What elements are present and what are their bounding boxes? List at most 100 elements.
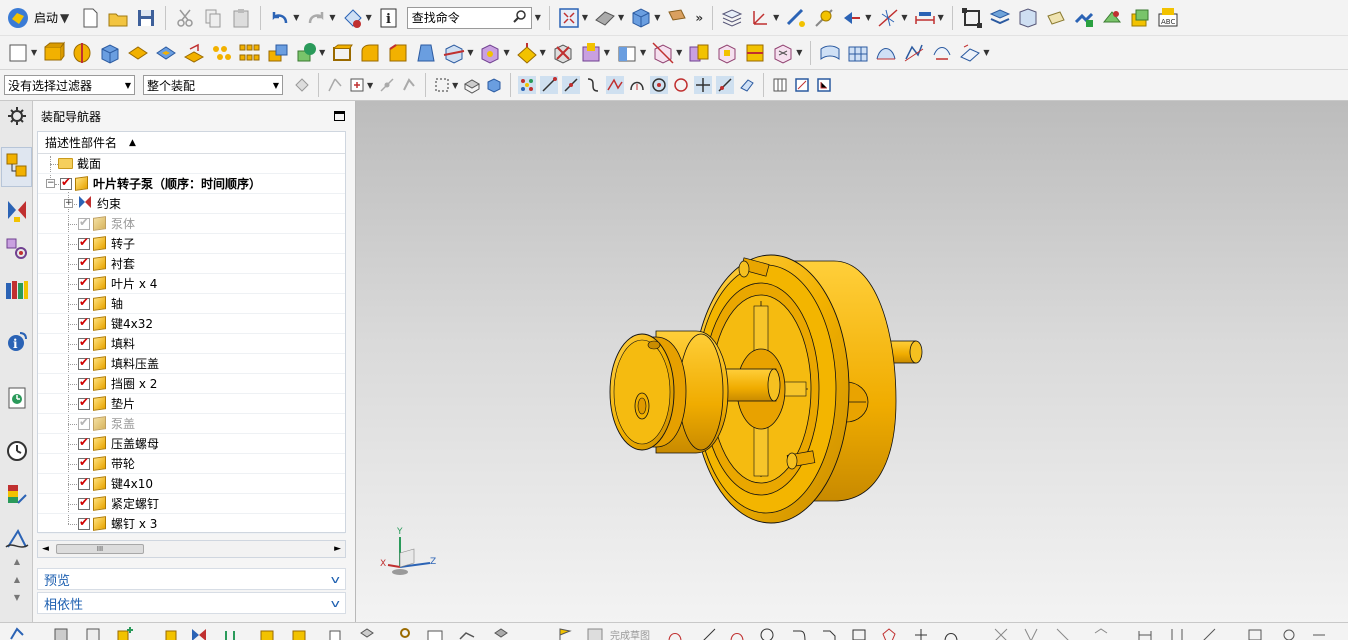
chevron-down-icon[interactable]: ▼ — [503, 48, 509, 57]
shell-icon[interactable] — [330, 41, 354, 65]
add-component-icon[interactable] — [116, 625, 134, 640]
cut-icon[interactable] — [173, 6, 197, 30]
part-checkbox[interactable] — [78, 375, 90, 390]
tree-row-section[interactable]: 截面 — [38, 154, 345, 174]
arc-icon[interactable] — [728, 625, 746, 640]
mirror-assembly-icon[interactable] — [290, 625, 308, 640]
mirror-curve-icon[interactable] — [1092, 625, 1110, 640]
rectangle-select-icon[interactable] — [433, 76, 451, 94]
snap-arc-center-icon[interactable] — [628, 76, 646, 94]
point-icon[interactable] — [912, 625, 930, 640]
tree-row-part[interactable]: 垫片 — [38, 394, 345, 414]
chevron-down-icon[interactable]: ▼ — [367, 81, 373, 90]
trim-body-icon[interactable] — [442, 41, 466, 65]
layer-settings-icon[interactable] — [720, 6, 744, 30]
slot-icon[interactable] — [551, 41, 575, 65]
through-curves-icon[interactable] — [902, 41, 926, 65]
snap-intersection-icon[interactable] — [606, 76, 625, 94]
clock-icon[interactable] — [4, 437, 30, 467]
chevron-down-icon[interactable]: ▼ — [865, 13, 871, 22]
snap-existing-point-icon[interactable] — [518, 76, 537, 94]
find-command-input[interactable]: 查找命令 — [406, 6, 532, 29]
move-component-icon[interactable] — [162, 625, 180, 640]
chevron-down-icon[interactable]: ▼ — [676, 48, 682, 57]
layers-icon[interactable] — [988, 6, 1012, 30]
array-component-icon[interactable] — [326, 625, 344, 640]
snap-control-point-icon[interactable] — [584, 76, 602, 94]
chevron-down-icon[interactable]: ▼ — [938, 13, 944, 22]
orient-view-icon[interactable] — [629, 6, 653, 30]
snap-body-icon[interactable] — [400, 76, 418, 94]
polygon-icon[interactable] — [880, 625, 898, 640]
snap-mid-point-icon[interactable] — [562, 76, 581, 94]
part-checkbox[interactable] — [78, 495, 90, 510]
trim-icon[interactable] — [992, 625, 1010, 640]
chamfer-sketch-icon[interactable] — [820, 625, 838, 640]
offset-curve-icon[interactable] — [942, 625, 960, 640]
snap-point-on-face-icon[interactable] — [716, 76, 735, 94]
column-header[interactable]: 描述性部件名 ▲ — [38, 132, 345, 154]
tree-row-root-assembly[interactable]: 叶片转子泵（顺序：时间顺序） — [38, 174, 345, 194]
tree-row-part[interactable]: 填料 — [38, 334, 345, 354]
mirror-body-icon[interactable] — [687, 41, 711, 65]
start-menu-button[interactable]: 启动 ▼ — [4, 6, 72, 30]
chevron-down-icon[interactable]: ▼ — [582, 13, 588, 22]
fit-view-icon[interactable] — [557, 6, 581, 30]
paste-icon[interactable] — [229, 6, 253, 30]
assembly-icon[interactable] — [52, 625, 70, 640]
part-checkbox[interactable] — [78, 335, 90, 350]
role-icon[interactable] — [4, 525, 30, 555]
scroll-left-icon[interactable]: ◄ — [42, 544, 49, 554]
open-folder-icon[interactable] — [106, 6, 130, 30]
part-checkbox[interactable] — [78, 295, 90, 310]
snap-icon[interactable] — [840, 6, 864, 30]
revolve-icon[interactable] — [70, 41, 94, 65]
chevron-down-icon[interactable]: ▼ — [604, 48, 610, 57]
chevron-down-icon[interactable]: ▼ — [654, 13, 660, 22]
tree-row-part[interactable]: 转子 — [38, 234, 345, 254]
select-tools-icon[interactable] — [341, 6, 365, 30]
swept-icon[interactable] — [874, 41, 898, 65]
clip-section-icon[interactable] — [815, 76, 833, 94]
chevron-down-icon[interactable]: ▼ — [366, 13, 372, 22]
pump-model[interactable] — [356, 101, 1348, 622]
settings-gear-icon[interactable] — [4, 103, 30, 133]
tree-row-part[interactable]: 泵盖 — [38, 414, 345, 434]
graphics-window[interactable]: Y Z X — [356, 101, 1348, 622]
delay-evaluation-icon[interactable] — [1310, 625, 1328, 640]
chevron-down-icon[interactable]: ▼ — [796, 48, 802, 57]
part-checkbox[interactable] — [78, 395, 90, 410]
boss-icon[interactable] — [515, 41, 539, 65]
corner-icon[interactable] — [1054, 625, 1072, 640]
general-selection-icon[interactable] — [293, 76, 311, 94]
part-checkbox[interactable] — [78, 315, 90, 330]
select-body-icon[interactable] — [485, 76, 503, 94]
fillet-icon[interactable] — [790, 625, 808, 640]
part-checkbox[interactable] — [78, 455, 90, 470]
wave-link-icon[interactable] — [715, 41, 739, 65]
tree-row-constraints[interactable]: 约束 — [38, 194, 345, 214]
array-icon[interactable] — [238, 41, 262, 65]
groove-icon[interactable] — [579, 41, 603, 65]
part-checkbox[interactable] — [78, 415, 90, 430]
root-checkbox[interactable] — [60, 175, 72, 190]
chevron-down-icon[interactable]: ▼ — [540, 48, 546, 57]
sketch-grid-icon[interactable] — [586, 625, 604, 640]
tree-row-part[interactable]: 挡圈 x 2 — [38, 374, 345, 394]
chevron-down-icon[interactable]: ▼ — [329, 13, 335, 22]
hole-pattern-icon[interactable] — [210, 41, 234, 65]
assembly-scope-dropdown[interactable]: 整个装配 ▼ — [143, 75, 283, 95]
snap-quadrant-icon[interactable] — [650, 76, 669, 94]
offset-face-icon[interactable] — [615, 41, 639, 65]
part-checkbox[interactable] — [78, 475, 90, 490]
color-icon[interactable] — [1128, 6, 1152, 30]
tree-row-part[interactable]: 压盖螺母 — [38, 434, 345, 454]
exploded-view-icon[interactable] — [358, 625, 376, 640]
sketch-icon[interactable] — [6, 41, 30, 65]
draft-icon[interactable] — [414, 41, 438, 65]
scroll-up-icon[interactable]: ▲ — [4, 557, 30, 571]
feature-group-icon[interactable] — [771, 41, 795, 65]
unite-icon[interactable] — [266, 41, 290, 65]
subtract-icon[interactable] — [294, 41, 318, 65]
wave-geometry-icon[interactable] — [258, 625, 276, 640]
